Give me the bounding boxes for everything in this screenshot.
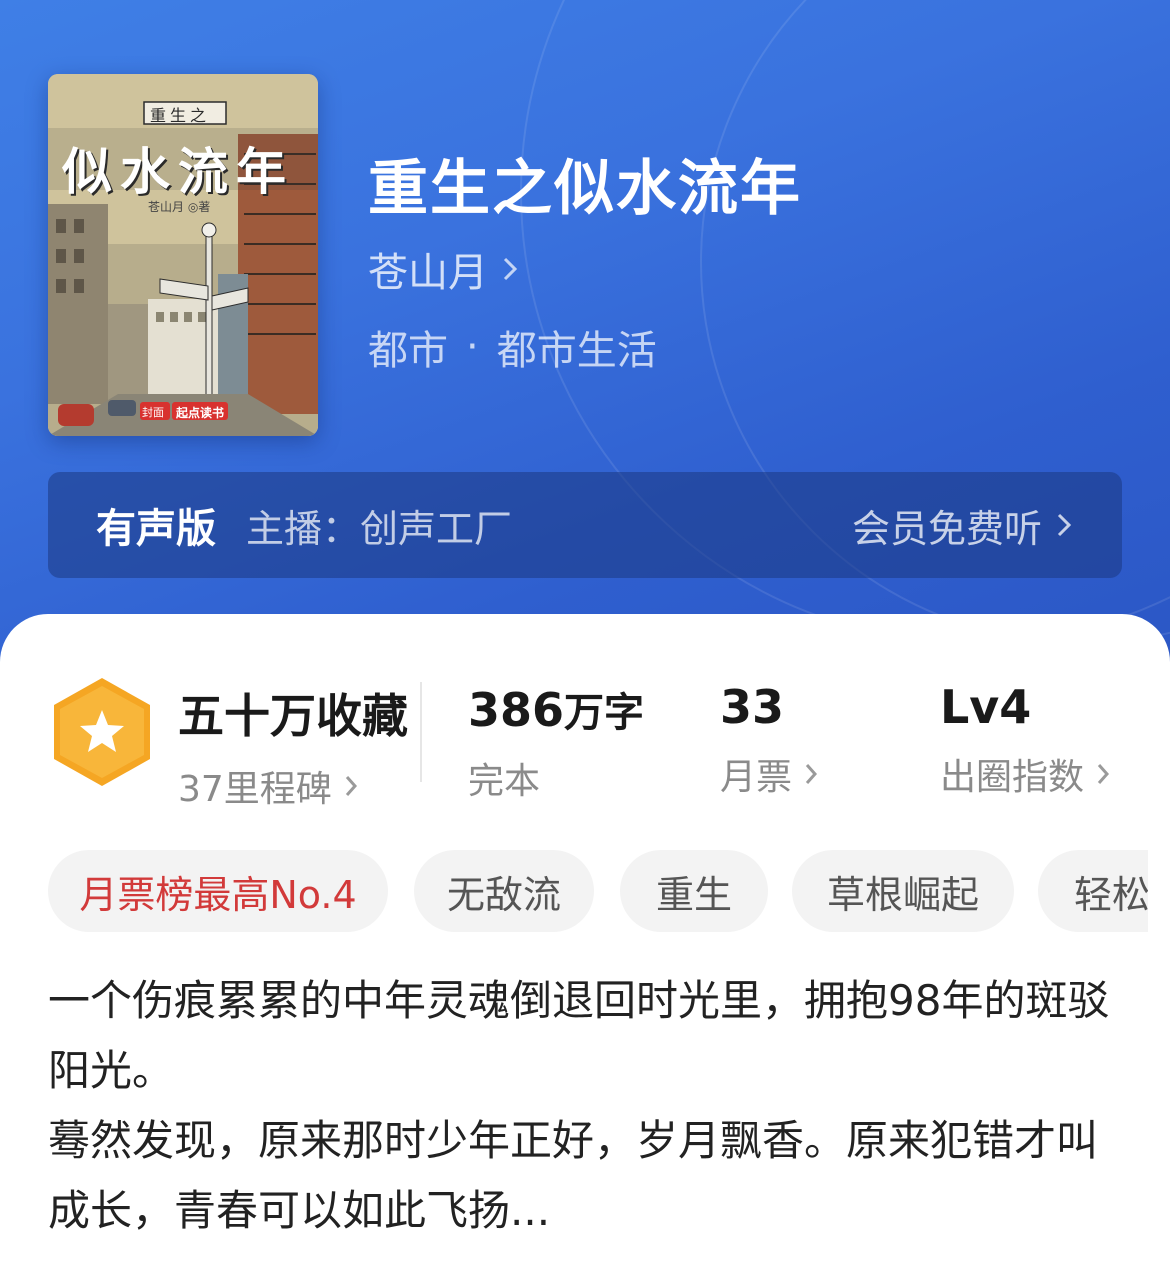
star-badge-icon[interactable] [50, 676, 154, 788]
milestone-label: 37里程碑 [178, 769, 332, 810]
monthly-votes-label: 月票 [720, 757, 793, 798]
cover-publisher-tag: 封面 [142, 406, 164, 419]
free-listen-link[interactable]: 会员免费听 [852, 498, 1072, 553]
synopsis[interactable]: 一个伤痕累累的中年灵魂倒退回时光里，拥抱98年的斑驳阳光。 蓦然发现，原来那时少… [48, 966, 1128, 1246]
stat-monthly-votes[interactable]: 33 月票 [720, 680, 818, 800]
tag-item[interactable]: 重生 [620, 850, 768, 932]
audio-tag: 有声版 [96, 506, 216, 552]
author-name: 苍山月 [368, 250, 488, 296]
completion-status: 完本 [468, 761, 541, 802]
audio-edition-bar[interactable]: 有声版 主播：创声工厂 会员免费听 [48, 472, 1122, 578]
cover-small-title: 重生之 [150, 106, 211, 125]
chevron-right-icon [1057, 513, 1072, 537]
free-listen-label: 会员免费听 [851, 506, 1042, 551]
synopsis-paragraph: 一个伤痕累累的中年灵魂倒退回时光里，拥抱98年的斑驳阳光。 [48, 976, 1110, 1095]
cover-author: 苍山月 ◎著 [148, 200, 211, 214]
tag-item[interactable]: 轻松 [1038, 850, 1148, 932]
cover-publisher: 起点读书 [176, 406, 225, 420]
tag-ranking[interactable]: 月票榜最高No.4 [48, 850, 388, 932]
book-header: 重生之 似水流年 苍山月 ◎著 封面 起点读书 重生之似水流年 苍山月 都市 ·… [0, 0, 1170, 700]
chevron-right-icon [503, 257, 518, 281]
genre-separator: · [466, 324, 479, 370]
popularity-label: 出圈指数 [940, 757, 1085, 798]
author-link[interactable]: 苍山月 [368, 240, 518, 298]
word-count-unit: 万字 [564, 690, 645, 736]
tag-list: 月票榜最高No.4 无敌流 重生 草根崛起 轻松 [48, 850, 1148, 932]
book-cover[interactable]: 重生之 似水流年 苍山月 ◎著 封面 起点读书 [48, 74, 318, 436]
subgenre-label[interactable]: 都市生活 [497, 318, 657, 376]
chevron-right-icon [805, 764, 818, 784]
word-count: 386 [468, 683, 565, 737]
genre-label[interactable]: 都市 [368, 318, 448, 376]
popularity-level: Lv4 [940, 680, 1032, 734]
audio-host: 主播：创声工厂 [246, 506, 513, 551]
monthly-votes-count: 33 [720, 680, 785, 734]
tag-item[interactable]: 无敌流 [414, 850, 594, 932]
cover-illustration [48, 74, 318, 436]
stat-popularity-index[interactable]: Lv4 出圈指数 [940, 680, 1110, 800]
stat-words: 386万字 完本 [468, 680, 644, 804]
genre-row: 都市 · 都市生活 [368, 318, 657, 376]
synopsis-paragraph: 蓦然发现，原来那时少年正好，岁月飘香。原来犯错才叫成长，青春可以如此飞扬... [48, 1116, 1099, 1235]
chevron-right-icon [1097, 764, 1110, 784]
book-title: 重生之似水流年 [368, 154, 802, 224]
cover-big-title: 似水流年 [62, 143, 294, 201]
tag-item[interactable]: 草根崛起 [792, 850, 1014, 932]
chevron-right-icon [345, 776, 357, 796]
stat-collect[interactable]: 五十万收藏 37里程碑 [178, 680, 408, 812]
collect-count: 五十万收藏 [178, 689, 408, 743]
stat-divider [420, 682, 422, 782]
